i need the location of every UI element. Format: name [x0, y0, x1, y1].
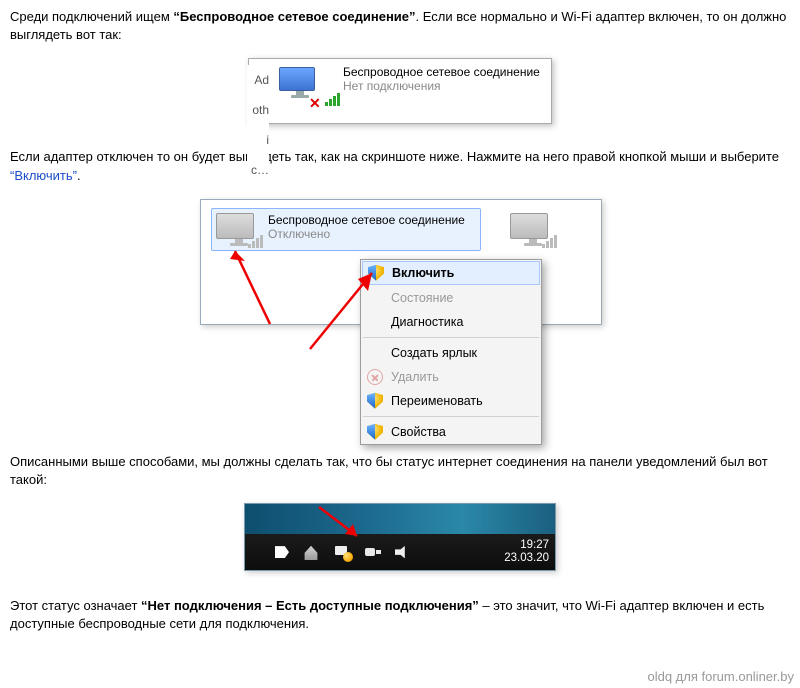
para-4-bold: “Нет подключения – Есть доступные подклю…	[141, 598, 479, 613]
figure-1-container: Ad oth i c… ✕ Беспроводное сетевое соеди…	[10, 58, 790, 124]
monitor-other-icon	[510, 213, 556, 246]
truncated-left-column: Ad oth i c…	[247, 65, 269, 185]
menu-label-diag: Диагностика	[391, 315, 463, 329]
device-eject-icon[interactable]	[303, 544, 319, 560]
delete-icon	[367, 369, 383, 385]
shield-icon	[367, 393, 383, 409]
menu-item-delete: Удалить	[361, 365, 541, 389]
connection-tile-disabled[interactable]: Беспроводное сетевое соединение Отключен…	[211, 208, 481, 251]
blank-icon	[367, 345, 383, 361]
network-status-icon[interactable]	[333, 544, 351, 560]
shield-icon	[367, 424, 383, 440]
para-2-text-b: .	[77, 168, 81, 183]
para-3: Описанными выше способами, мы должны сде…	[10, 453, 790, 489]
watermark: oldq для forum.onliner.by	[647, 669, 794, 684]
clock-time: 19:27	[504, 539, 549, 552]
menu-label-enable: Включить	[392, 266, 454, 280]
figure-2-container: Беспроводное сетевое соединение Отключен…	[10, 199, 790, 429]
connection-title: Беспроводное сетевое соединение	[343, 65, 540, 79]
menu-item-shortcut[interactable]: Создать ярлык	[361, 341, 541, 365]
connection-tile-other[interactable]	[505, 208, 595, 251]
context-menu: Включить Состояние Диагностика Создать я…	[360, 259, 542, 445]
menu-label-rename: Переименовать	[391, 394, 483, 408]
no-connection-x-icon: ✕	[309, 95, 323, 109]
menu-separator	[363, 416, 539, 417]
connection-status: Нет подключения	[343, 79, 540, 93]
enable-link[interactable]: “Включить”	[10, 168, 77, 183]
figure-3-container: 19:27 23.03.20	[10, 503, 790, 571]
para-4: Этот статус означает “Нет подключения – …	[10, 597, 790, 633]
menu-label-delete: Удалить	[391, 370, 439, 384]
menu-label-shortcut: Создать ярлык	[391, 346, 477, 360]
menu-label-props: Свойства	[391, 425, 446, 439]
para-4-text-a: Этот статус означает	[10, 598, 141, 613]
taskbar-screenshot: 19:27 23.03.20	[244, 503, 556, 571]
blank-icon	[367, 290, 383, 306]
action-center-flag-icon[interactable]	[275, 546, 289, 558]
ghost-text-b: oth	[247, 95, 269, 125]
power-plug-icon[interactable]	[365, 545, 381, 559]
clock[interactable]: 19:27 23.03.20	[504, 539, 549, 565]
para-1-text-a: Среди подключений ищем	[10, 9, 173, 24]
wifi-bars-icon	[325, 93, 340, 106]
para-1-bold: “Беспроводное сетевое соединение”	[173, 9, 415, 24]
menu-item-rename[interactable]: Переименовать	[361, 389, 541, 413]
clock-date: 23.03.20	[504, 552, 549, 565]
annotation-arrow-taskbar	[311, 504, 411, 544]
connection-card-enabled: Ad oth i c… ✕ Беспроводное сетевое соеди…	[248, 58, 552, 124]
blank-icon	[367, 314, 383, 330]
ghost-text-a: Ad	[247, 65, 269, 95]
connection-title-2: Беспроводное сетевое соединение	[268, 213, 465, 227]
para-2: Если адаптер отключен то он будет выгляд…	[10, 148, 790, 184]
shield-icon	[368, 265, 384, 281]
menu-item-properties[interactable]: Свойства	[361, 420, 541, 444]
para-2-text-a: Если адаптер отключен то он будет выгляд…	[10, 149, 779, 164]
menu-item-enable[interactable]: Включить	[362, 261, 540, 285]
menu-item-state: Состояние	[361, 286, 541, 310]
menu-item-diagnostics[interactable]: Диагностика	[361, 310, 541, 334]
volume-icon[interactable]	[395, 545, 409, 559]
connection-status-2: Отключено	[268, 227, 465, 241]
menu-separator	[363, 337, 539, 338]
para-1: Среди подключений ищем “Беспроводное сет…	[10, 8, 790, 44]
ghost-text-c: i c…	[247, 125, 269, 185]
menu-label-state: Состояние	[391, 291, 453, 305]
monitor-disabled-icon	[216, 213, 262, 246]
